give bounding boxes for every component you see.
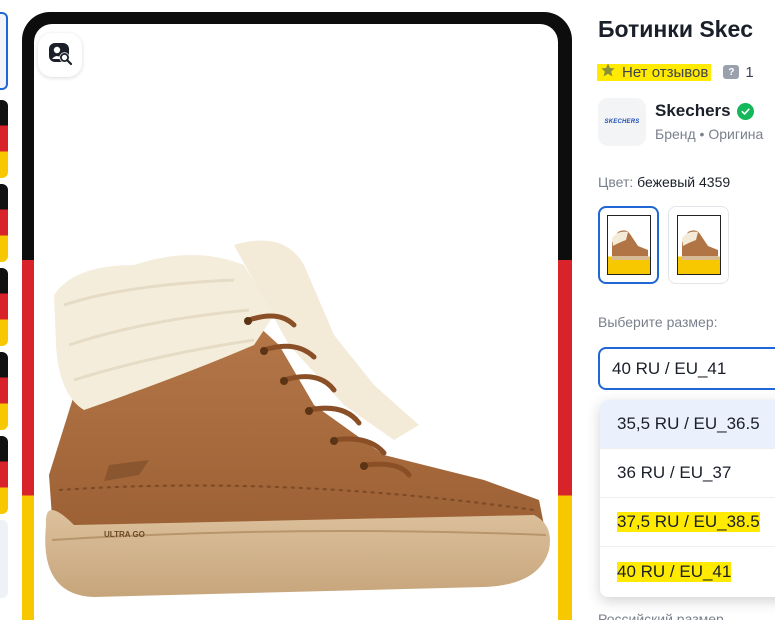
size-option[interactable]: 37,5 RU / EU_38.5 <box>600 498 775 547</box>
thumbnail-7[interactable] <box>0 520 8 598</box>
color-value: бежевый 4359 <box>637 174 731 190</box>
color-row: Цвет: бежевый 4359 <box>598 174 730 190</box>
size-option-label: 35,5 RU / EU_36.5 <box>617 414 760 433</box>
brand-name: Skechers <box>655 101 731 120</box>
product-boot-image: ULTRA GO <box>45 240 550 597</box>
size-option[interactable]: 40 RU / EU_41 <box>600 547 775 596</box>
color-label: Цвет: <box>598 174 634 190</box>
color-swatch-selected[interactable] <box>598 206 659 284</box>
brand-logo[interactable]: SKECHERS <box>598 98 646 146</box>
size-option-label: 40 RU / EU_41 <box>617 561 732 582</box>
thumbnail-5[interactable] <box>0 352 8 430</box>
question-icon: ? <box>723 65 740 79</box>
star-icon <box>600 62 616 83</box>
rating-highlight: Нет отзывов <box>597 62 712 83</box>
verified-check-icon <box>736 102 754 120</box>
thumbnail-1[interactable] <box>0 12 8 90</box>
size-selected-value: 40 RU / EU_41 <box>612 358 727 378</box>
size-option-label: 37,5 RU / EU_38.5 <box>617 512 760 532</box>
product-page: ULTRA GO Ботинки Skec Нет отзывов ? 1 SK… <box>0 0 775 620</box>
image-search-button[interactable] <box>38 33 82 77</box>
size-system-label: Российский размер <box>598 611 724 620</box>
thumbnail-strip <box>0 10 8 620</box>
brand-name-row[interactable]: Skechers <box>655 101 754 121</box>
size-dropdown: 35,5 RU / EU_36.5 36 RU / EU_37 37,5 RU … <box>600 400 775 597</box>
size-option-label: 36 RU / EU_37 <box>617 463 732 482</box>
swatch-image <box>676 215 721 275</box>
brand-logo-text: SKECHERS <box>604 119 640 125</box>
thumbnail-6[interactable] <box>0 436 8 514</box>
insole-label: ULTRA GO <box>104 530 145 539</box>
image-search-icon <box>46 39 74 72</box>
size-label: Выберите размер: <box>598 314 718 330</box>
rating-text: Нет отзывов <box>622 63 709 81</box>
questions-count: 1 <box>745 63 754 81</box>
thumbnail-4[interactable] <box>0 268 8 346</box>
thumbnail-2[interactable] <box>0 100 8 178</box>
swatch-image <box>606 215 651 275</box>
product-title: Ботинки Skec <box>598 16 754 42</box>
size-option[interactable]: 36 RU / EU_37 <box>600 449 775 498</box>
size-option[interactable]: 35,5 RU / EU_36.5 <box>600 400 775 449</box>
size-select[interactable]: 40 RU / EU_41 <box>598 347 775 390</box>
brand-subtitle: Бренд • Оригина <box>655 126 764 142</box>
rating-row[interactable]: Нет отзывов ? 1 <box>597 62 754 83</box>
color-swatch-2[interactable] <box>668 206 729 284</box>
thumbnail-3[interactable] <box>0 184 8 262</box>
